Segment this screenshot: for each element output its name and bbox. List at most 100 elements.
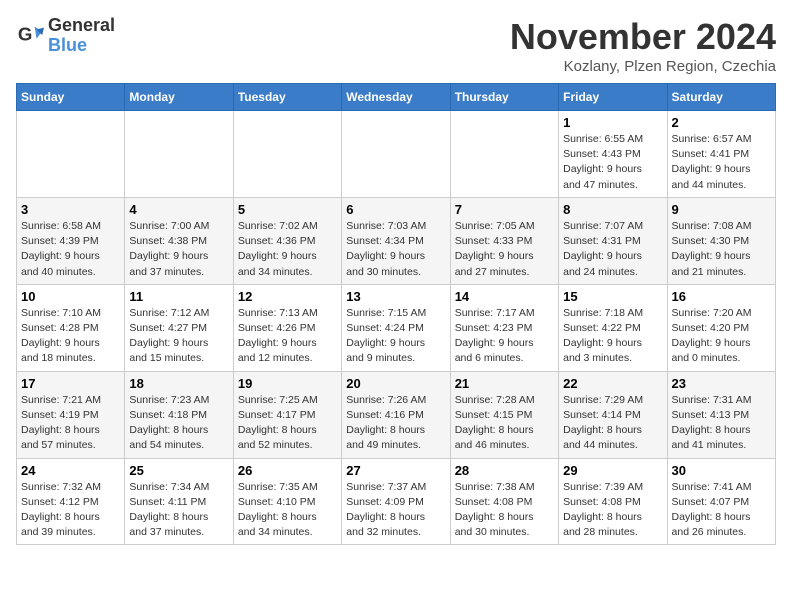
- day-info: Sunrise: 7:10 AM Sunset: 4:28 PM Dayligh…: [21, 306, 120, 367]
- svg-text:G: G: [18, 23, 33, 44]
- weekday-saturday: Saturday: [667, 84, 775, 111]
- day-cell: [233, 111, 341, 198]
- day-info: Sunrise: 7:13 AM Sunset: 4:26 PM Dayligh…: [238, 306, 337, 367]
- day-number: 21: [455, 376, 554, 391]
- day-info: Sunrise: 7:41 AM Sunset: 4:07 PM Dayligh…: [672, 480, 771, 541]
- month-title: November 2024: [510, 16, 776, 58]
- day-info: Sunrise: 7:15 AM Sunset: 4:24 PM Dayligh…: [346, 306, 445, 367]
- day-cell: 19 Sunrise: 7:25 AM Sunset: 4:17 PM Dayli…: [233, 371, 341, 458]
- day-number: 27: [346, 463, 445, 478]
- day-info: Sunrise: 7:29 AM Sunset: 4:14 PM Dayligh…: [563, 393, 662, 454]
- day-cell: 5 Sunrise: 7:02 AM Sunset: 4:36 PM Daylig…: [233, 197, 341, 284]
- day-cell: 24 Sunrise: 7:32 AM Sunset: 4:12 PM Dayli…: [17, 458, 125, 545]
- week-row-3: 10 Sunrise: 7:10 AM Sunset: 4:28 PM Dayli…: [17, 284, 776, 371]
- day-number: 24: [21, 463, 120, 478]
- title-block: November 2024 Kozlany, Plzen Region, Cze…: [510, 16, 776, 75]
- day-cell: 3 Sunrise: 6:58 AM Sunset: 4:39 PM Daylig…: [17, 197, 125, 284]
- day-cell: 22 Sunrise: 7:29 AM Sunset: 4:14 PM Dayli…: [559, 371, 667, 458]
- day-cell: 28Sunrise: 7:38 AM Sunset: 4:08 PM Dayli…: [450, 458, 558, 545]
- day-number: 17: [21, 376, 120, 391]
- day-number: 7: [455, 202, 554, 217]
- day-info: Sunrise: 7:34 AM Sunset: 4:11 PM Dayligh…: [129, 480, 228, 541]
- day-number: 25: [129, 463, 228, 478]
- day-info: Sunrise: 6:57 AM Sunset: 4:41 PM Dayligh…: [672, 132, 771, 193]
- day-number: 8: [563, 202, 662, 217]
- day-info: Sunrise: 7:31 AM Sunset: 4:13 PM Dayligh…: [672, 393, 771, 454]
- weekday-header-row: SundayMondayTuesdayWednesdayThursdayFrid…: [17, 84, 776, 111]
- weekday-tuesday: Tuesday: [233, 84, 341, 111]
- day-number: 26: [238, 463, 337, 478]
- day-info: Sunrise: 6:55 AM Sunset: 4:43 PM Dayligh…: [563, 132, 662, 193]
- day-info: Sunrise: 7:18 AM Sunset: 4:22 PM Dayligh…: [563, 306, 662, 367]
- day-info: Sunrise: 7:37 AM Sunset: 4:09 PM Dayligh…: [346, 480, 445, 541]
- day-cell: 14 Sunrise: 7:17 AM Sunset: 4:23 PM Dayli…: [450, 284, 558, 371]
- day-cell: [17, 111, 125, 198]
- page-header: G General Blue November 2024 Kozlany, Pl…: [16, 16, 776, 75]
- day-number: 13: [346, 289, 445, 304]
- day-info: Sunrise: 7:02 AM Sunset: 4:36 PM Dayligh…: [238, 219, 337, 280]
- day-cell: 9 Sunrise: 7:08 AM Sunset: 4:30 PM Daylig…: [667, 197, 775, 284]
- day-cell: 12 Sunrise: 7:13 AM Sunset: 4:26 PM Dayli…: [233, 284, 341, 371]
- day-number: 10: [21, 289, 120, 304]
- day-number: 12: [238, 289, 337, 304]
- day-cell: 15 Sunrise: 7:18 AM Sunset: 4:22 PM Dayli…: [559, 284, 667, 371]
- day-cell: [342, 111, 450, 198]
- calendar-table: SundayMondayTuesdayWednesdayThursdayFrid…: [16, 83, 776, 545]
- day-number: 19: [238, 376, 337, 391]
- logo-icon: G: [16, 22, 44, 50]
- week-row-1: 1Sunrise: 6:55 AM Sunset: 4:43 PM Daylig…: [17, 111, 776, 198]
- day-number: 23: [672, 376, 771, 391]
- day-number: 9: [672, 202, 771, 217]
- location: Kozlany, Plzen Region, Czechia: [510, 58, 776, 75]
- day-cell: 25 Sunrise: 7:34 AM Sunset: 4:11 PM Dayli…: [125, 458, 233, 545]
- weekday-friday: Friday: [559, 84, 667, 111]
- day-number: 14: [455, 289, 554, 304]
- day-cell: 21Sunrise: 7:28 AM Sunset: 4:15 PM Dayli…: [450, 371, 558, 458]
- day-cell: 17Sunrise: 7:21 AM Sunset: 4:19 PM Dayli…: [17, 371, 125, 458]
- day-number: 22: [563, 376, 662, 391]
- day-cell: 16 Sunrise: 7:20 AM Sunset: 4:20 PM Dayli…: [667, 284, 775, 371]
- day-info: Sunrise: 7:23 AM Sunset: 4:18 PM Dayligh…: [129, 393, 228, 454]
- day-info: Sunrise: 7:32 AM Sunset: 4:12 PM Dayligh…: [21, 480, 120, 541]
- day-cell: 1Sunrise: 6:55 AM Sunset: 4:43 PM Daylig…: [559, 111, 667, 198]
- day-cell: 30 Sunrise: 7:41 AM Sunset: 4:07 PM Dayli…: [667, 458, 775, 545]
- day-info: Sunrise: 7:25 AM Sunset: 4:17 PM Dayligh…: [238, 393, 337, 454]
- logo: G General Blue: [16, 16, 115, 56]
- day-cell: 8 Sunrise: 7:07 AM Sunset: 4:31 PM Daylig…: [559, 197, 667, 284]
- day-info: Sunrise: 7:00 AM Sunset: 4:38 PM Dayligh…: [129, 219, 228, 280]
- day-number: 3: [21, 202, 120, 217]
- week-row-2: 3 Sunrise: 6:58 AM Sunset: 4:39 PM Daylig…: [17, 197, 776, 284]
- day-info: Sunrise: 7:17 AM Sunset: 4:23 PM Dayligh…: [455, 306, 554, 367]
- calendar-body: 1Sunrise: 6:55 AM Sunset: 4:43 PM Daylig…: [17, 111, 776, 545]
- day-info: Sunrise: 7:38 AM Sunset: 4:08 PM Dayligh…: [455, 480, 554, 541]
- day-cell: 7 Sunrise: 7:05 AM Sunset: 4:33 PM Daylig…: [450, 197, 558, 284]
- day-number: 4: [129, 202, 228, 217]
- week-row-5: 24 Sunrise: 7:32 AM Sunset: 4:12 PM Dayli…: [17, 458, 776, 545]
- day-cell: 20 Sunrise: 7:26 AM Sunset: 4:16 PM Dayli…: [342, 371, 450, 458]
- day-number: 2: [672, 115, 771, 130]
- day-cell: 23 Sunrise: 7:31 AM Sunset: 4:13 PM Dayli…: [667, 371, 775, 458]
- day-info: Sunrise: 7:05 AM Sunset: 4:33 PM Dayligh…: [455, 219, 554, 280]
- day-cell: 29 Sunrise: 7:39 AM Sunset: 4:08 PM Dayli…: [559, 458, 667, 545]
- day-info: Sunrise: 7:03 AM Sunset: 4:34 PM Dayligh…: [346, 219, 445, 280]
- day-info: Sunrise: 7:20 AM Sunset: 4:20 PM Dayligh…: [672, 306, 771, 367]
- day-cell: 18 Sunrise: 7:23 AM Sunset: 4:18 PM Dayli…: [125, 371, 233, 458]
- day-number: 15: [563, 289, 662, 304]
- week-row-4: 17Sunrise: 7:21 AM Sunset: 4:19 PM Dayli…: [17, 371, 776, 458]
- day-info: Sunrise: 7:26 AM Sunset: 4:16 PM Dayligh…: [346, 393, 445, 454]
- day-cell: 26 Sunrise: 7:35 AM Sunset: 4:10 PM Dayli…: [233, 458, 341, 545]
- day-number: 29: [563, 463, 662, 478]
- day-info: Sunrise: 6:58 AM Sunset: 4:39 PM Dayligh…: [21, 219, 120, 280]
- day-cell: 4 Sunrise: 7:00 AM Sunset: 4:38 PM Daylig…: [125, 197, 233, 284]
- day-info: Sunrise: 7:07 AM Sunset: 4:31 PM Dayligh…: [563, 219, 662, 280]
- day-info: Sunrise: 7:39 AM Sunset: 4:08 PM Dayligh…: [563, 480, 662, 541]
- day-info: Sunrise: 7:35 AM Sunset: 4:10 PM Dayligh…: [238, 480, 337, 541]
- day-cell: 27 Sunrise: 7:37 AM Sunset: 4:09 PM Dayli…: [342, 458, 450, 545]
- day-info: Sunrise: 7:08 AM Sunset: 4:30 PM Dayligh…: [672, 219, 771, 280]
- day-number: 5: [238, 202, 337, 217]
- day-number: 20: [346, 376, 445, 391]
- weekday-sunday: Sunday: [17, 84, 125, 111]
- day-number: 30: [672, 463, 771, 478]
- day-number: 18: [129, 376, 228, 391]
- day-number: 16: [672, 289, 771, 304]
